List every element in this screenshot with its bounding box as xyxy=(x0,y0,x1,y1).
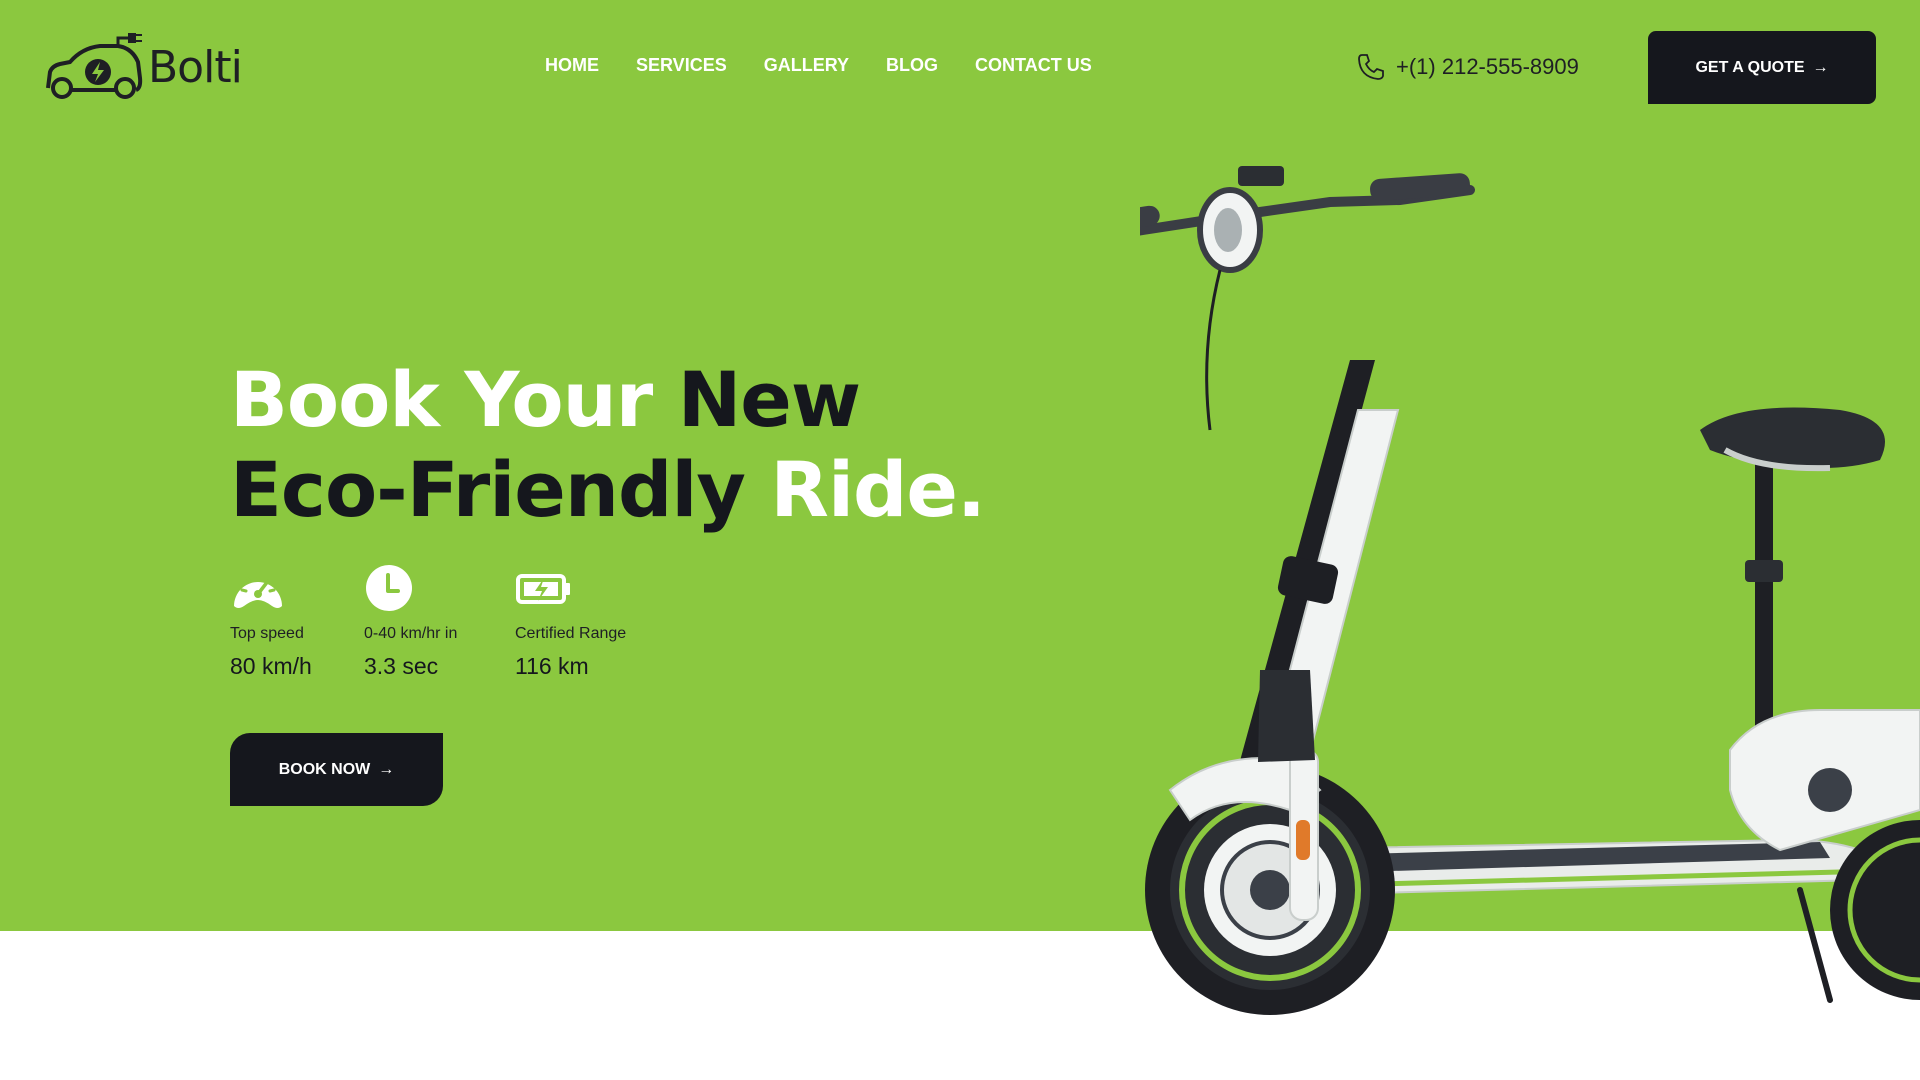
headline-line-2: Eco-Friendly Ride. xyxy=(230,445,986,535)
arrow-right-icon: → xyxy=(1812,58,1829,76)
phone-contact[interactable]: +(1) 212-555-8909 xyxy=(1356,52,1579,82)
brand-logo[interactable]: Bolti xyxy=(42,32,282,104)
speedometer-icon xyxy=(234,571,282,608)
stat-acceleration: 0-40 km/hr in 3.3 sec xyxy=(364,564,515,680)
get-quote-button[interactable]: GET A QUOTE → xyxy=(1648,31,1876,104)
stat-label: Certified Range xyxy=(515,625,627,642)
stat-top-speed: Top speed 80 km/h xyxy=(230,564,364,680)
headline-line-1: Book Your New xyxy=(230,355,985,445)
stat-value: 3.3 sec xyxy=(364,653,439,679)
brand-name: Bolti xyxy=(148,42,243,93)
get-quote-label: GET A QUOTE xyxy=(1695,58,1805,76)
nav-item-blog[interactable]: BLOG xyxy=(886,55,938,76)
headline-part-1: Book Your xyxy=(230,355,653,444)
hero-headline: Book Your New Eco-Friendly Ride. xyxy=(230,355,986,535)
car-plug-icon xyxy=(46,33,143,99)
phone-number: +(1) 212-555-8909 xyxy=(1396,54,1579,79)
stat-value: 116 km xyxy=(515,653,589,679)
stat-label: 0-40 km/hr in xyxy=(364,625,458,642)
nav-item-home[interactable]: HOME xyxy=(545,55,599,76)
electric-scooter-image xyxy=(1140,166,1920,1015)
phone-icon xyxy=(1358,54,1384,80)
battery-charging-icon xyxy=(516,574,570,604)
headline-part-3: Eco-Friendly xyxy=(230,445,746,534)
headline-part-4: Ride. xyxy=(770,445,985,534)
headline-part-2: New xyxy=(677,355,861,444)
spec-stats: Top speed 80 km/h 0-40 km/hr in 3.3 sec … xyxy=(230,564,655,680)
book-now-button[interactable]: BOOK NOW → xyxy=(230,733,443,806)
nav-item-gallery[interactable]: GALLERY xyxy=(764,55,849,76)
book-now-label: BOOK NOW xyxy=(278,760,371,778)
stat-range: Certified Range 116 km xyxy=(515,564,655,680)
nav-item-services[interactable]: SERVICES xyxy=(636,55,727,76)
stat-label: Top speed xyxy=(230,625,304,642)
main-nav: HOME SERVICES GALLERY BLOG CONTACT US xyxy=(545,55,1129,76)
stat-value: 80 km/h xyxy=(230,653,312,679)
arrow-right-icon: → xyxy=(378,760,395,778)
clock-icon xyxy=(366,565,412,611)
nav-item-contact[interactable]: CONTACT US xyxy=(975,55,1092,76)
